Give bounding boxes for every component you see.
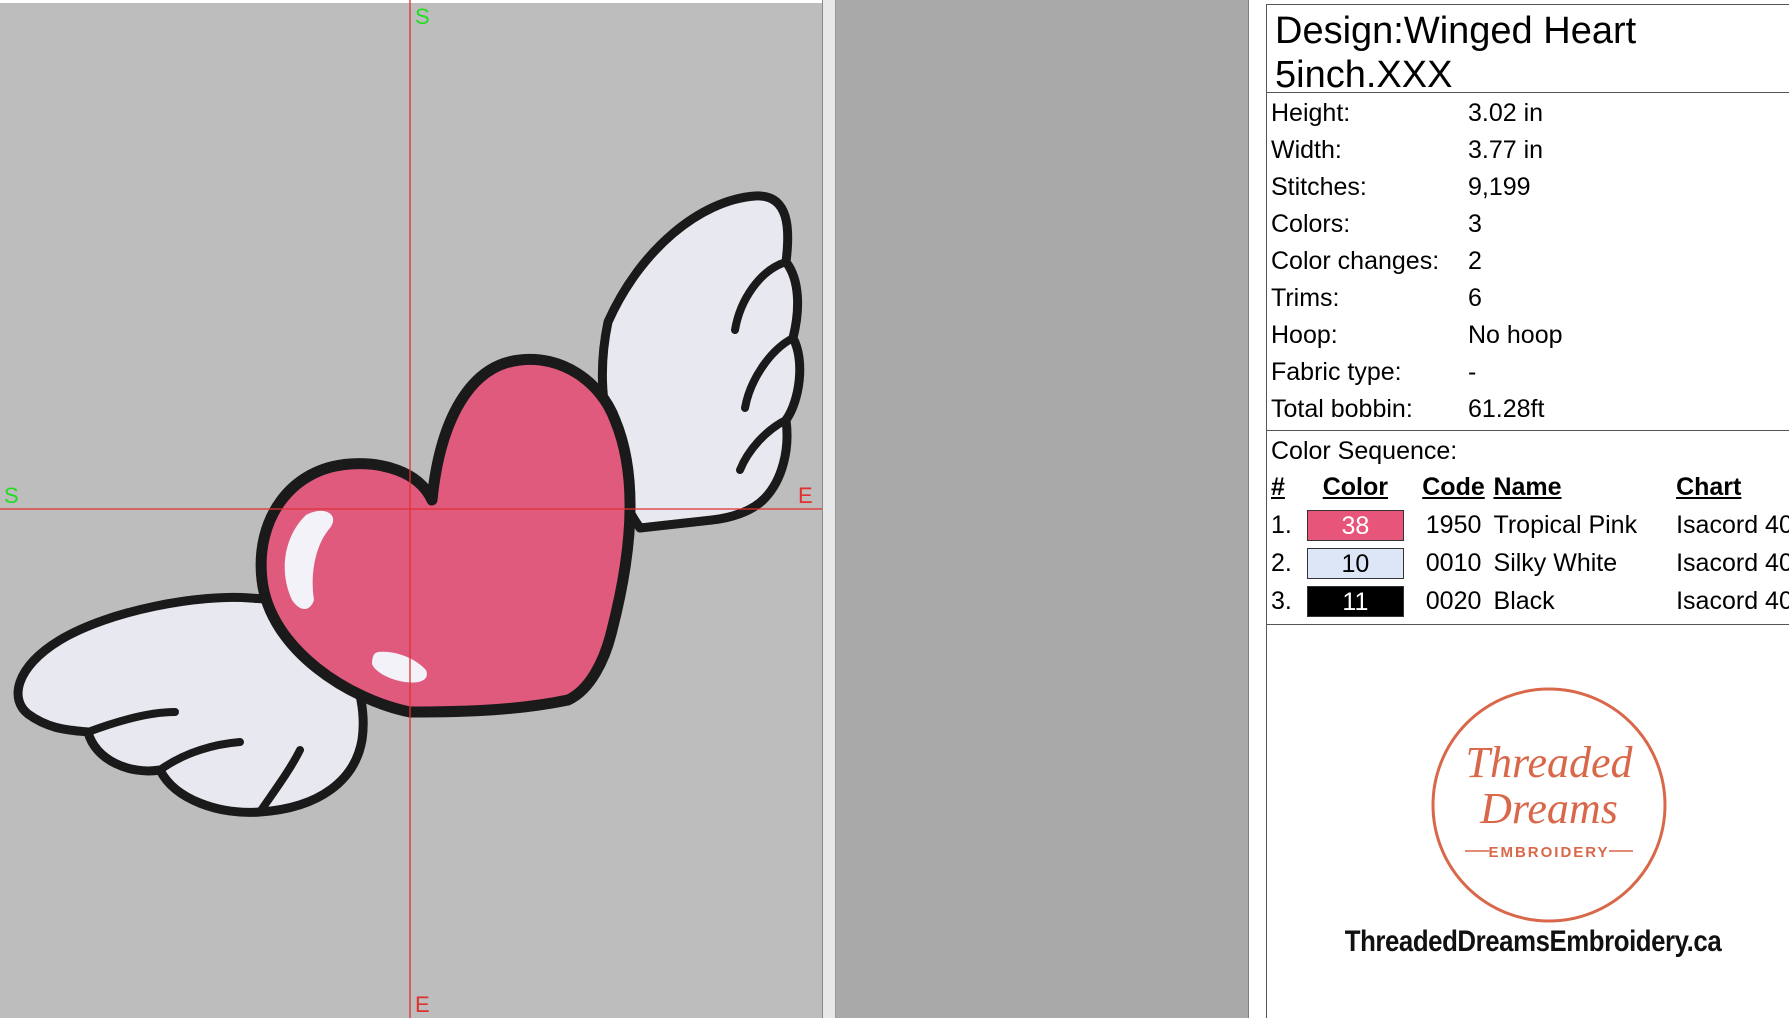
color-sequence-row: 3. 11 0020 Black Isacord 40: [1271, 585, 1789, 617]
stat-total-bobbin: Total bobbin: 61.28ft: [1271, 395, 1545, 423]
design-canvas[interactable]: S S E E: [0, 0, 823, 1018]
design-title-line2: 5inch.XXX: [1275, 54, 1453, 96]
stat-trims: Trims: 6: [1271, 284, 1482, 312]
bottom-end-marker: E: [415, 992, 430, 1017]
logo-line-dreams: Dreams: [1479, 784, 1618, 833]
logo-line-embroidery: EMBROIDERY: [1488, 844, 1609, 861]
stat-colors: Colors: 3: [1271, 210, 1482, 238]
design-info-panel: Design:Winged Heart 5inch.XXX Height: 3.0…: [1249, 0, 1789, 1018]
stat-hoop: Hoop: No hoop: [1271, 321, 1563, 349]
pane-splitter[interactable]: [823, 0, 836, 1018]
color-sequence-header: # Color Code Name Chart: [1271, 472, 1742, 501]
color-swatch: 10: [1307, 547, 1404, 579]
color-swatch: 38: [1307, 509, 1404, 541]
stat-width: Width: 3.77 in: [1271, 136, 1544, 164]
empty-workspace-pane: [836, 0, 1249, 1018]
color-sequence-row: 1. 38 1950 Tropical Pink Isacord 40: [1271, 509, 1789, 541]
design-title: Design:Winged Heart 5inch.XXX: [1267, 5, 1789, 96]
stat-color-changes: Color changes: 2: [1271, 247, 1482, 275]
design-title-line1: Design:Winged Heart: [1275, 10, 1637, 52]
heart: [255, 353, 636, 718]
color-swatch: 11: [1307, 585, 1404, 617]
color-sequence-row: 2. 10 0010 Silky White Isacord 40: [1271, 547, 1789, 579]
design-stats: Height: 3.02 in Width: 3.77 in Stitches: 9,…: [1267, 93, 1789, 431]
brand-website: ThreadedDreamsEmbroidery.ca: [1344, 925, 1722, 958]
embroidery-preview: S S E E: [0, 0, 822, 1018]
stat-height: Height: 3.02 in: [1271, 99, 1544, 127]
color-sequence: Color Sequence: # Color Code Name Chart …: [1267, 431, 1789, 625]
color-sequence-title: Color Sequence:: [1271, 437, 1458, 465]
brand-logo-circle: Threaded Dreams EMBROIDERY: [1431, 687, 1667, 923]
top-start-marker: S: [415, 4, 430, 29]
left-start-marker: S: [4, 483, 19, 508]
right-end-marker: E: [798, 483, 813, 508]
logo-line-threaded: Threaded: [1465, 738, 1633, 787]
stat-stitches: Stitches: 9,199: [1271, 173, 1531, 201]
stat-fabric-type: Fabric type: -: [1271, 358, 1477, 386]
